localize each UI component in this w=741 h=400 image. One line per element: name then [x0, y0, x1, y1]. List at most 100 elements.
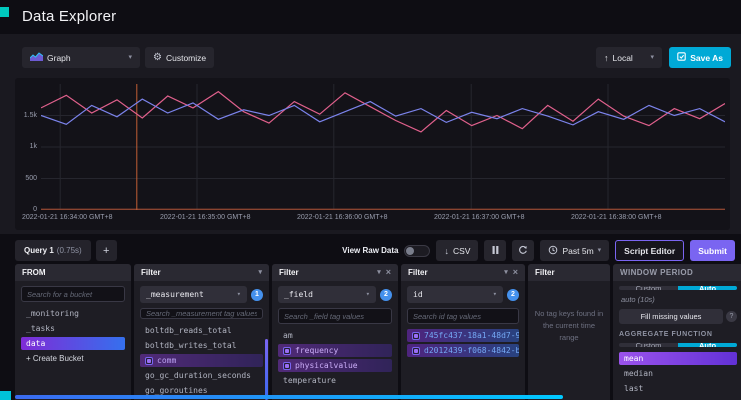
measurement-search-input[interactable] — [140, 308, 263, 319]
y-axis-tick: 1k — [17, 143, 37, 150]
auto-button[interactable]: Auto — [678, 343, 737, 347]
filter-panel-empty: Filter No tag keys found in the current … — [528, 264, 610, 400]
filter-panel-field: Filter ▾ × _field ▾ 2 am — [272, 264, 398, 400]
tag-value-item[interactable]: boltdb_reads_total — [140, 324, 263, 337]
corner-accent-top — [0, 7, 9, 17]
function-item[interactable]: last — [619, 382, 737, 395]
auto-button[interactable]: Auto — [678, 286, 737, 290]
script-editor-button[interactable]: Script Editor — [615, 240, 684, 261]
close-icon[interactable]: × — [386, 268, 391, 277]
view-raw-toggle[interactable] — [404, 245, 430, 257]
chevron-down-icon: ▾ — [650, 54, 654, 61]
filter-panel-title: Filter — [279, 268, 299, 277]
from-panel: FROM _monitoring _tasks data + Create Bu… — [15, 264, 131, 400]
tag-value-item[interactable]: am — [278, 329, 392, 342]
csv-label: CSV — [453, 246, 470, 256]
window-period-panel: WINDOW PERIOD Custom Auto auto (10s) Fil… — [613, 264, 741, 400]
field-search-input[interactable] — [278, 308, 392, 324]
tag-key-dropdown[interactable]: id ▾ — [407, 286, 503, 303]
from-panel-header: FROM — [15, 264, 131, 281]
scrollbar-horizontal[interactable] — [15, 395, 563, 399]
function-item[interactable]: median — [619, 367, 737, 380]
window-period-title: WINDOW PERIOD — [620, 268, 693, 277]
chart-panel: 1.5k 1k 500 0 2022-01-21 16:34:00 GMT+8 … — [15, 78, 730, 230]
tag-value-item-selected[interactable]: d2012439-f068-4842-bfef-8… — [407, 344, 519, 357]
clock-icon — [548, 245, 558, 257]
tag-value-item-selected[interactable]: frequency — [278, 344, 392, 357]
local-dropdown[interactable]: ↑ Local ▾ — [596, 47, 662, 68]
refresh-button[interactable] — [512, 240, 534, 261]
chevron-down-icon: ▾ — [598, 247, 602, 254]
submit-button[interactable]: Submit — [690, 240, 735, 261]
tag-value-item-selected[interactable]: comm — [140, 354, 263, 367]
empty-state-text: No tag keys found in the current time ra… — [534, 286, 604, 344]
bucket-item-selected[interactable]: data — [21, 337, 125, 350]
y-axis-tick: 0 — [17, 206, 37, 213]
window-period-toggle: Custom Auto — [619, 286, 737, 290]
tag-key-label: _measurement — [146, 290, 237, 299]
local-label: Local — [613, 53, 647, 63]
tag-value-list: boltdb_reads_total boltdb_writes_total c… — [140, 324, 263, 400]
chevron-down-icon[interactable]: ▾ — [258, 269, 262, 276]
arrow-up-icon: ↑ — [604, 53, 609, 63]
data-explorer-app: Data Explorer Graph ▾ ⚙ Customize ↑ Loca… — [0, 0, 741, 400]
tag-key-dropdown[interactable]: _measurement ▾ — [140, 286, 247, 303]
toggle-knob — [406, 247, 414, 255]
chevron-down-icon: ▾ — [128, 54, 132, 61]
tag-value-list: 745fc437-18a1-48d7-98a6-7… d2012439-f068… — [407, 329, 519, 357]
custom-button[interactable]: Custom — [619, 286, 678, 290]
graph-type-dropdown[interactable]: Graph ▾ — [22, 47, 140, 68]
y-axis-tick: 1.5k — [17, 112, 37, 119]
bucket-search-input[interactable] — [21, 286, 125, 302]
customize-button[interactable]: ⚙ Customize — [145, 47, 214, 68]
graph-type-label: Graph — [47, 53, 124, 63]
aggregate-toggle: Custom Auto — [619, 343, 737, 347]
checkbox-checked-icon — [412, 332, 420, 340]
question-mark-icon[interactable]: ? — [726, 311, 737, 322]
save-as-button[interactable]: Save As — [669, 47, 731, 68]
scrollbar-vertical[interactable] — [265, 339, 268, 400]
tag-value-label: d2012439-f068-4842-bfef-8… — [424, 344, 519, 357]
selected-count-badge: 2 — [380, 289, 392, 301]
save-as-label: Save As — [690, 53, 723, 63]
tag-value-item[interactable]: boltdb_writes_total — [140, 339, 263, 352]
time-range-dropdown[interactable]: Past 5m ▾ — [540, 240, 609, 261]
tag-value-item[interactable]: temperature — [278, 374, 392, 387]
chart-svg[interactable] — [41, 84, 725, 210]
chevron-down-icon[interactable]: ▾ — [377, 269, 381, 276]
chevron-down-icon: ▾ — [366, 291, 370, 298]
bucket-list: _monitoring _tasks data + Create Bucket — [21, 307, 125, 365]
selected-count-badge: 1 — [251, 289, 263, 301]
tag-value-item[interactable]: go_gc_duration_seconds — [140, 369, 263, 382]
tag-key-label: id — [413, 290, 493, 299]
x-axis-tick: 2022-01-21 16:38:00 GMT+8 — [571, 214, 661, 221]
tag-key-label: _field — [284, 290, 366, 299]
add-query-button[interactable]: + — [96, 240, 117, 261]
tag-value-label: comm — [157, 354, 176, 367]
id-search-input[interactable] — [407, 308, 519, 324]
page-title: Data Explorer — [22, 8, 116, 25]
query-tab-name: Query 1 — [24, 246, 54, 255]
tag-value-item-selected[interactable]: 745fc437-18a1-48d7-98a6-7… — [407, 329, 519, 342]
pause-button[interactable] — [484, 240, 506, 261]
tag-key-dropdown[interactable]: _field ▾ — [278, 286, 376, 303]
bucket-item[interactable]: _monitoring — [21, 307, 125, 320]
tag-value-label: physicalvalue — [295, 359, 358, 372]
filter-panel-id: Filter ▾ × id ▾ 2 74 — [401, 264, 525, 400]
tag-value-item-selected[interactable]: physicalvalue — [278, 359, 392, 372]
fill-missing-values-button[interactable]: Fill missing values — [619, 309, 723, 324]
close-icon[interactable]: × — [513, 268, 518, 277]
query-tab[interactable]: Query 1 (0.75s) — [15, 240, 91, 261]
create-bucket-button[interactable]: + Create Bucket — [21, 352, 125, 365]
corner-accent-bottom — [0, 391, 11, 400]
gear-icon: ⚙ — [153, 52, 162, 63]
chevron-down-icon[interactable]: ▾ — [504, 269, 508, 276]
tag-value-list: am frequency physicalvalue temperature — [278, 329, 392, 387]
selected-count-badge: 2 — [507, 289, 519, 301]
custom-button[interactable]: Custom — [619, 343, 678, 347]
x-axis-tick: 2022-01-21 16:34:00 GMT+8 — [22, 214, 112, 221]
csv-download-button[interactable]: ↓ CSV — [436, 240, 478, 261]
function-item-selected[interactable]: mean — [619, 352, 737, 365]
query-tab-duration: (0.75s) — [57, 246, 82, 255]
bucket-item[interactable]: _tasks — [21, 322, 125, 335]
